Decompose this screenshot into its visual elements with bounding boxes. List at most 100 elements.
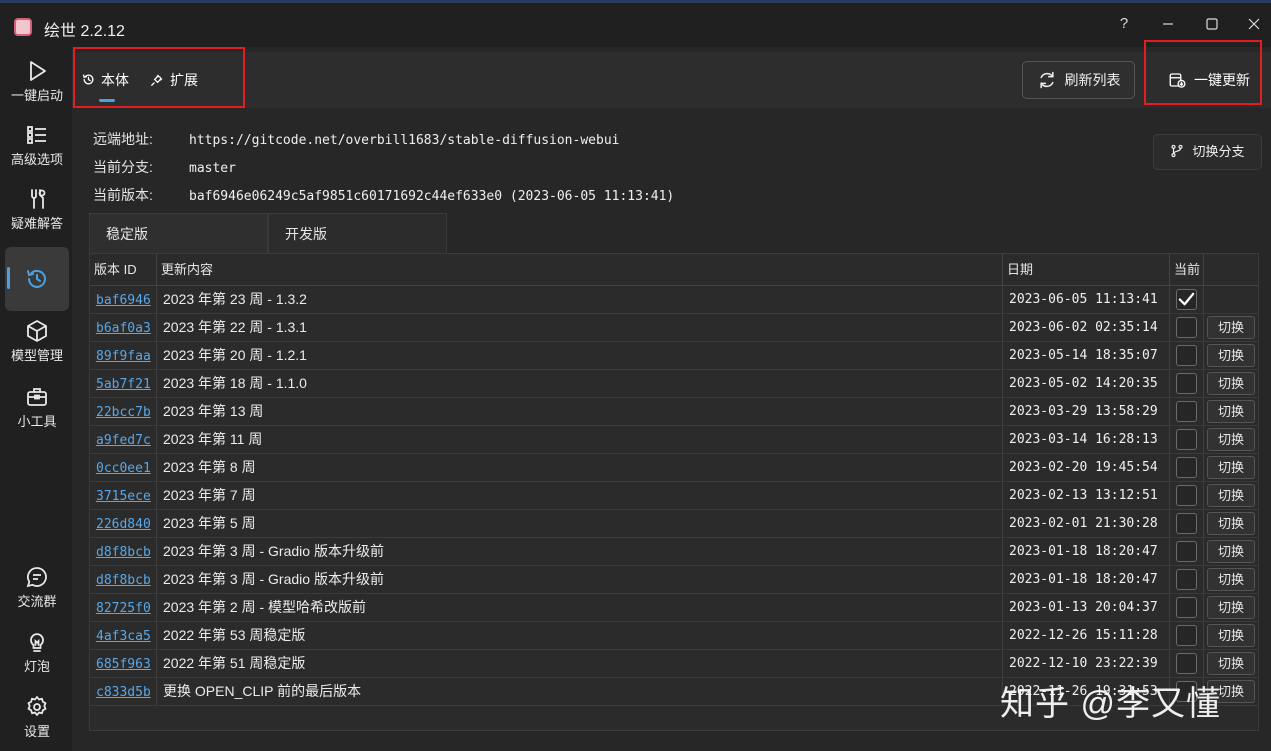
close-icon	[1248, 18, 1260, 30]
action-cell: 切换	[1204, 622, 1258, 649]
current-cell	[1170, 510, 1204, 537]
current-checkbox[interactable]	[1176, 373, 1197, 394]
switch-version-button[interactable]: 切换	[1207, 316, 1255, 339]
current-checkbox[interactable]	[1176, 485, 1197, 506]
version-id-cell: d8f8bcb	[90, 538, 157, 565]
version-desc-cell: 2022 年第 53 周稳定版	[157, 622, 1003, 649]
table-row: d8f8bcb 2023 年第 3 周 - Gradio 版本升级前 2023-01…	[90, 538, 1258, 566]
subtab-dev[interactable]: 开发版	[268, 213, 447, 253]
version-date-cell: 2022-12-26 15:11:28	[1003, 622, 1170, 649]
switch-version-button[interactable]: 切换	[1207, 344, 1255, 367]
minimize-button[interactable]	[1146, 9, 1190, 39]
table-row: 685f963 2022 年第 51 周稳定版 2022-12-10 23:22:3…	[90, 650, 1258, 678]
current-cell	[1170, 538, 1204, 565]
current-checkbox[interactable]	[1176, 625, 1197, 646]
current-checkbox[interactable]	[1176, 289, 1197, 310]
action-cell: 切换	[1204, 566, 1258, 593]
action-cell: 切换	[1204, 454, 1258, 481]
help-button[interactable]: ?	[1102, 9, 1146, 39]
version-id-link[interactable]: c833d5b	[96, 685, 151, 700]
table-row: 22bcc7b 2023 年第 13 周 2023-03-29 13:58:29 切换	[90, 398, 1258, 426]
switch-version-button[interactable]: 切换	[1207, 372, 1255, 395]
table-row: 226d840 2023 年第 5 周 2023-02-01 21:30:28 切换	[90, 510, 1258, 538]
version-id-link[interactable]: 22bcc7b	[96, 405, 151, 420]
tab-extensions[interactable]: 扩展	[150, 52, 198, 108]
current-checkbox[interactable]	[1176, 653, 1197, 674]
switch-version-button[interactable]: 切换	[1207, 596, 1255, 619]
current-checkbox[interactable]	[1176, 513, 1197, 534]
version-id-link[interactable]: d8f8bcb	[96, 573, 151, 588]
switch-version-button[interactable]: 切换	[1207, 624, 1255, 647]
cube-icon	[27, 320, 47, 342]
version-id-link[interactable]: b6af0a3	[96, 321, 151, 336]
sidebar-item-advanced[interactable]: 高级选项	[5, 117, 69, 181]
one-click-update-button[interactable]: 一键更新	[1168, 52, 1250, 108]
switch-version-button[interactable]: 切换	[1207, 568, 1255, 591]
table-header: 版本 ID 更新内容 日期 当前	[90, 254, 1258, 286]
current-checkbox[interactable]	[1176, 317, 1197, 338]
sidebar-item-label: 一键启动	[10, 88, 63, 103]
version-id-cell: 82725f0	[90, 594, 157, 621]
switch-version-button[interactable]: 切换	[1207, 484, 1255, 507]
branch-icon	[1171, 144, 1184, 158]
sidebar-item-versions[interactable]	[5, 247, 69, 311]
current-checkbox[interactable]	[1176, 541, 1197, 562]
version-id-link[interactable]: a9fed7c	[96, 433, 151, 448]
version-desc-cell: 2023 年第 7 周	[157, 482, 1003, 509]
sidebar-item-troubleshoot[interactable]: 疑难解答	[5, 181, 69, 245]
sidebar-item-settings[interactable]: 设置	[5, 689, 69, 751]
sidebar-item-label: 小工具	[17, 414, 57, 429]
current-checkbox[interactable]	[1176, 401, 1197, 422]
app-logo-icon	[14, 18, 32, 36]
current-checkbox[interactable]	[1176, 429, 1197, 450]
switch-version-button[interactable]: 切换	[1207, 428, 1255, 451]
switch-version-button[interactable]: 切换	[1207, 512, 1255, 535]
maximize-button[interactable]	[1190, 9, 1234, 39]
current-cell	[1170, 594, 1204, 621]
switch-version-button[interactable]: 切换	[1207, 400, 1255, 423]
version-desc-cell: 2023 年第 13 周	[157, 398, 1003, 425]
version-id-link[interactable]: 3715ece	[96, 489, 151, 504]
table-row: 3715ece 2023 年第 7 周 2023-02-13 13:12:51 切换	[90, 482, 1258, 510]
switch-version-button[interactable]: 切换	[1207, 456, 1255, 479]
version-id-link[interactable]: 89f9faa	[96, 349, 151, 364]
sidebar-item-label: 设置	[23, 724, 50, 739]
version-id-link[interactable]: 4af3ca5	[96, 629, 151, 644]
current-cell	[1170, 342, 1204, 369]
version-id-link[interactable]: 0cc0ee1	[96, 461, 151, 476]
action-cell: 切换	[1204, 370, 1258, 397]
remote-url-label: 远端地址:	[93, 131, 153, 147]
version-id-link[interactable]: d8f8bcb	[96, 545, 151, 560]
action-cell: 切换	[1204, 314, 1258, 341]
sidebar-item-label: 高级选项	[10, 152, 63, 167]
current-checkbox[interactable]	[1176, 457, 1197, 478]
tab-label: 本体	[101, 72, 129, 88]
switch-branch-button[interactable]: 切换分支	[1153, 134, 1262, 170]
version-id-link[interactable]: 82725f0	[96, 601, 151, 616]
sidebar-item-models[interactable]: 模型管理	[5, 313, 69, 377]
version-id-link[interactable]: 5ab7f21	[96, 377, 151, 392]
current-cell	[1170, 650, 1204, 677]
title-bar: 绘世 2.2.12 ?	[0, 3, 1271, 47]
refresh-list-button[interactable]: 刷新列表	[1022, 61, 1135, 99]
sidebar-item-bulb[interactable]: 灯泡	[5, 624, 69, 688]
version-id-cell: b6af0a3	[90, 314, 157, 341]
switch-version-button[interactable]: 切换	[1207, 652, 1255, 675]
close-button[interactable]	[1232, 9, 1271, 39]
sidebar-item-label: 模型管理	[10, 348, 63, 363]
switch-version-button[interactable]: 切换	[1207, 540, 1255, 563]
sidebar-item-tools[interactable]: 小工具	[5, 379, 69, 443]
main-panel: 本体 扩展 刷新列表 一键更新 远端地址: https://gitcode.net…	[72, 40, 1271, 751]
version-id-link[interactable]: baf6946	[96, 293, 151, 308]
current-checkbox[interactable]	[1176, 569, 1197, 590]
subtab-stable[interactable]: 稳定版	[89, 213, 268, 253]
column-header-current: 当前	[1170, 254, 1204, 286]
current-checkbox[interactable]	[1176, 597, 1197, 618]
version-id-link[interactable]: 685f963	[96, 657, 151, 672]
sidebar-item-community[interactable]: 交流群	[5, 559, 69, 623]
sidebar-item-launch[interactable]: 一键启动	[5, 53, 69, 117]
version-id-link[interactable]: 226d840	[96, 517, 151, 532]
sidebar: 一键启动 高级选项 疑难解答 模型管理 小工具 交流群 灯泡 设置	[0, 47, 72, 751]
version-id-cell: 0cc0ee1	[90, 454, 157, 481]
current-checkbox[interactable]	[1176, 345, 1197, 366]
